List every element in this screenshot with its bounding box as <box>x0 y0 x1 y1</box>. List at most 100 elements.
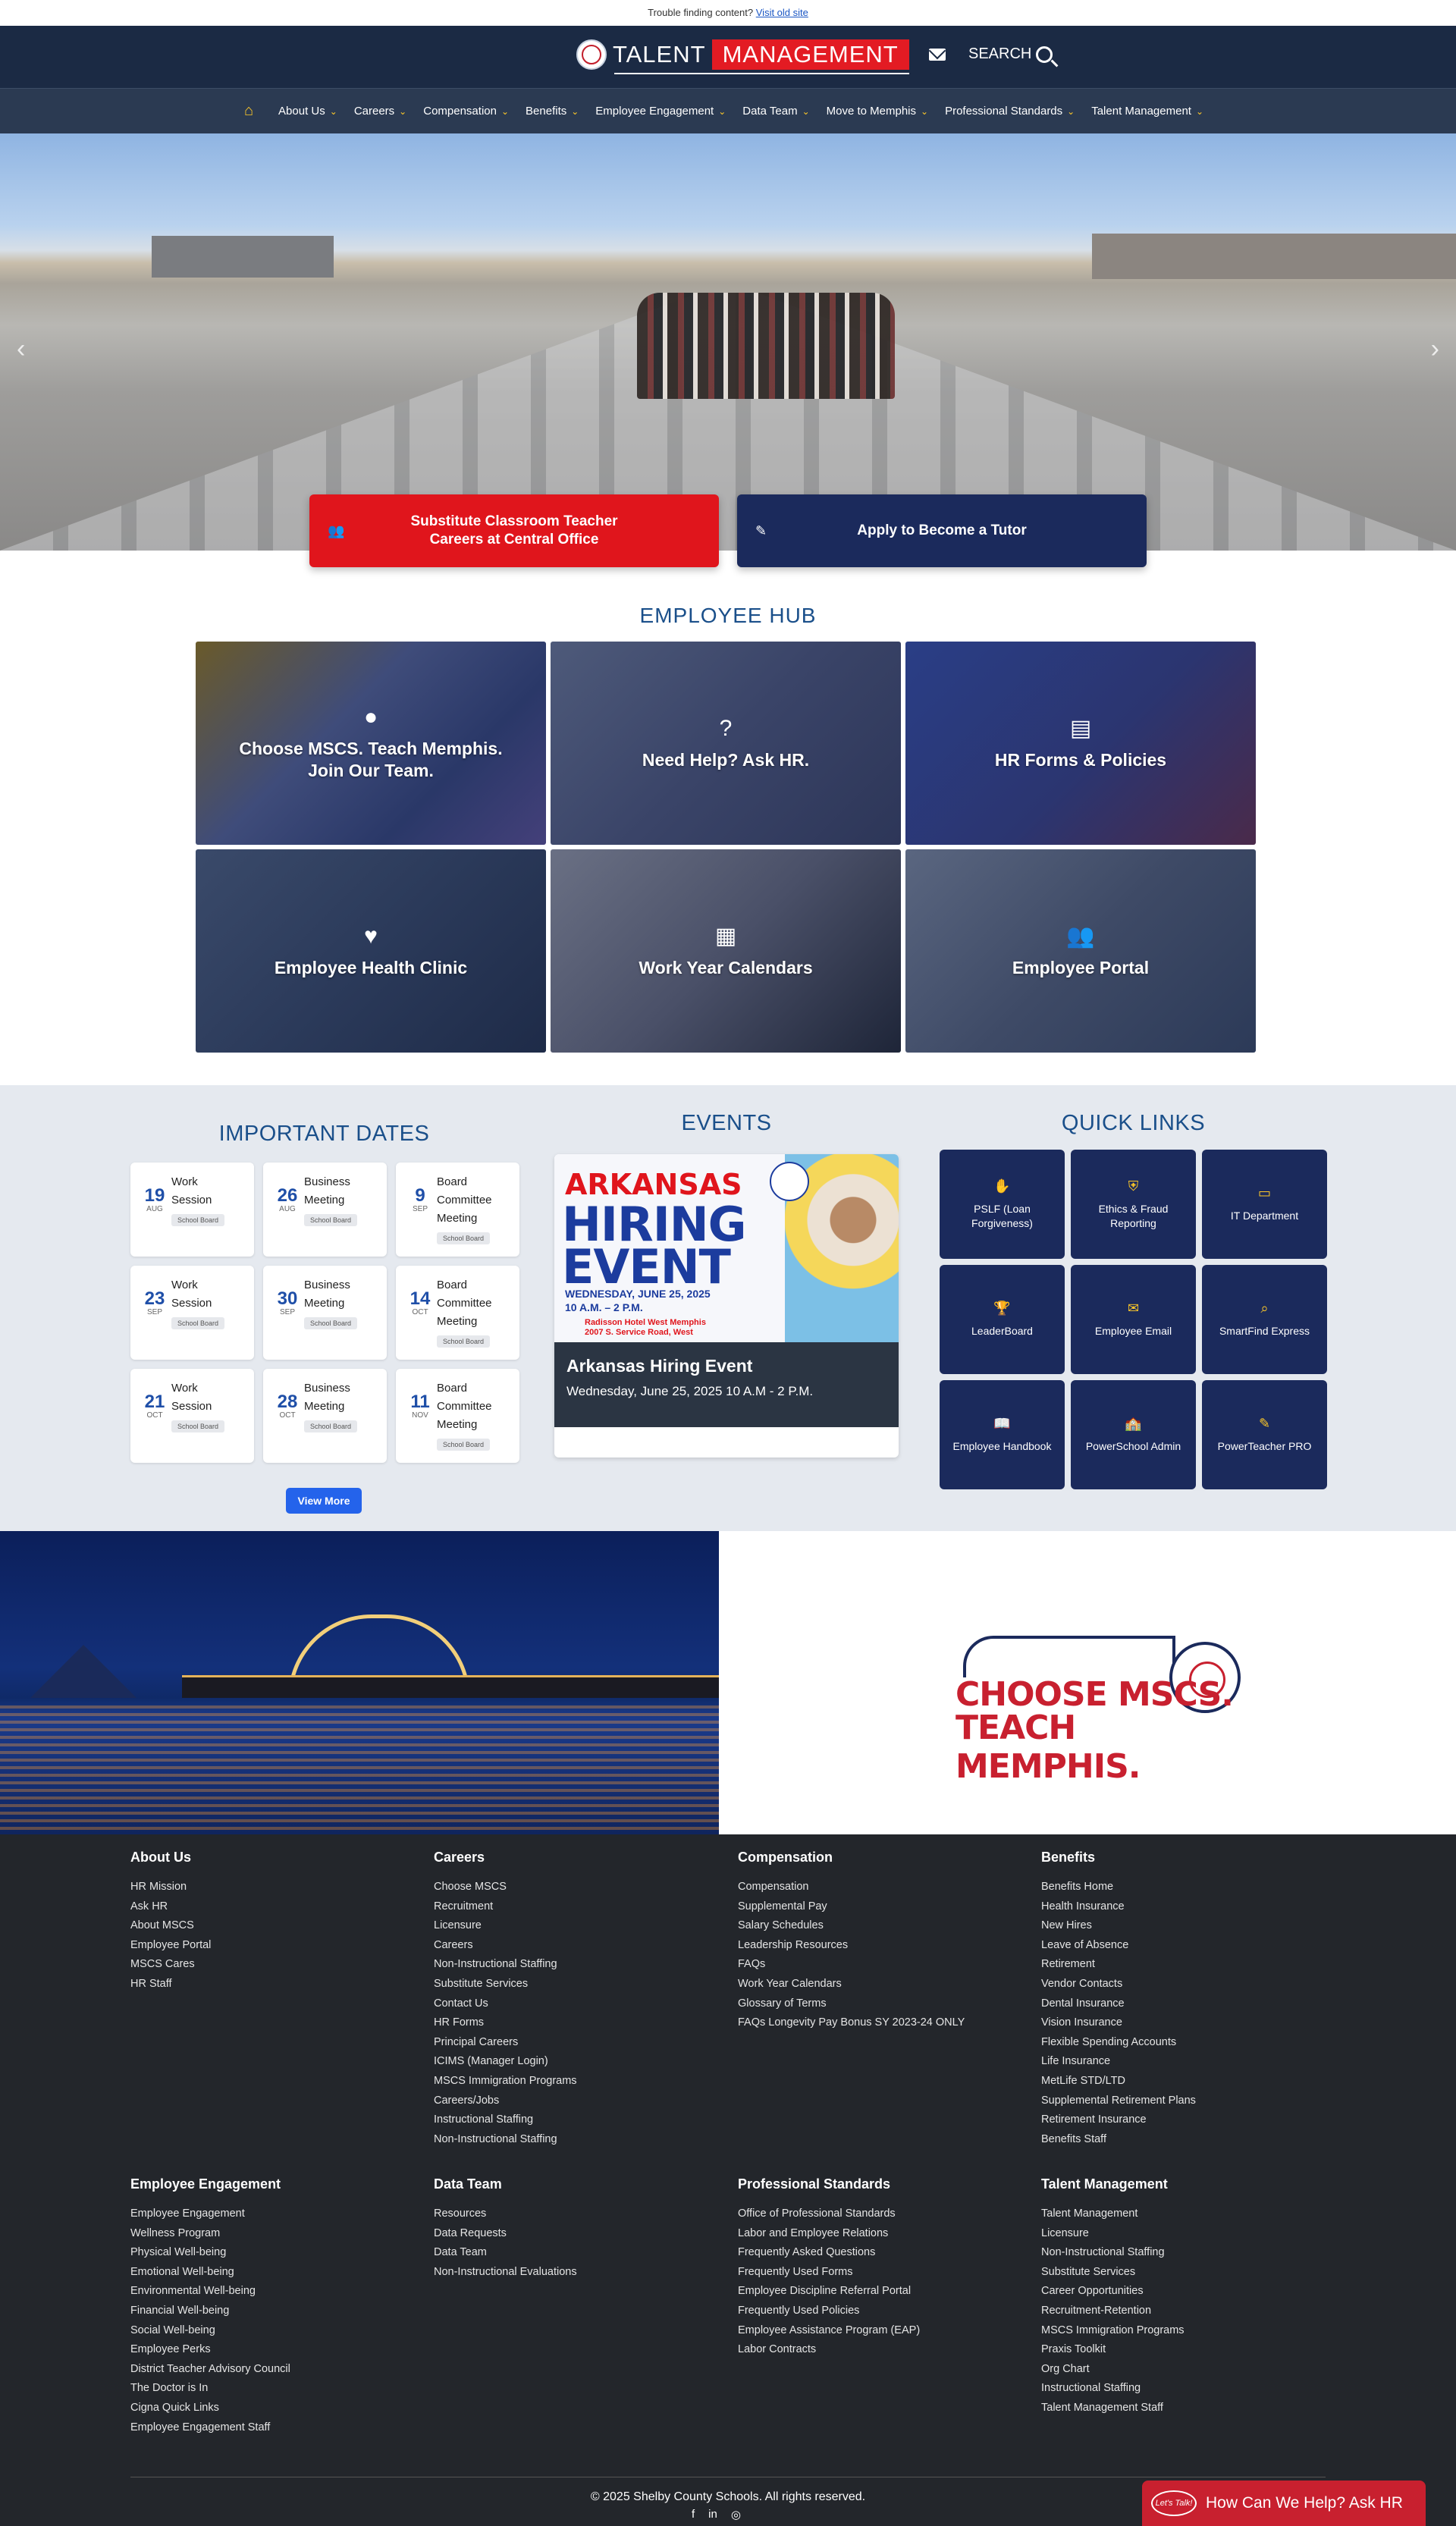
nav-careers[interactable]: Careers ⌄ <box>354 105 406 118</box>
quick-link-employee-email[interactable]: ✉ Employee Email <box>1071 1265 1196 1374</box>
date-card[interactable]: 9 SEP Board Committee Meeting School Board <box>396 1163 519 1257</box>
footer-link[interactable]: Benefits Home <box>1041 1878 1329 1897</box>
date-card[interactable]: 26 AUG Business Meeting School Board <box>263 1163 387 1257</box>
instagram-icon[interactable]: ◎ <box>731 2508 741 2521</box>
footer-link[interactable]: Employee Engagement <box>130 2204 419 2224</box>
footer-link[interactable]: Health Insurance <box>1041 1897 1329 1917</box>
date-card[interactable]: 30 SEP Business Meeting School Board <box>263 1266 387 1360</box>
footer-link[interactable]: Non-Instructional Staffing <box>1041 2243 1329 2263</box>
footer-link[interactable]: MSCS Immigration Programs <box>434 2072 722 2091</box>
footer-link[interactable]: Employee Assistance Program (EAP) <box>738 2321 1026 2341</box>
search-button[interactable]: SEARCH <box>968 45 1053 63</box>
footer-link[interactable]: Contact Us <box>434 1994 722 2014</box>
footer-link[interactable]: Employee Discipline Referral Portal <box>738 2282 1026 2302</box>
footer-link[interactable]: Financial Well-being <box>130 2302 419 2321</box>
footer-link[interactable]: Vendor Contacts <box>1041 1975 1329 1994</box>
footer-link[interactable]: District Teacher Advisory Council <box>130 2360 419 2380</box>
footer-link[interactable]: Praxis Toolkit <box>1041 2340 1329 2360</box>
footer-link[interactable]: Office of Professional Standards <box>738 2204 1026 2224</box>
facebook-icon[interactable]: f <box>692 2508 695 2521</box>
footer-link[interactable]: MSCS Cares <box>130 1955 419 1975</box>
footer-link[interactable]: Life Insurance <box>1041 2052 1329 2072</box>
visit-old-site-link[interactable]: Visit old site <box>756 7 808 18</box>
footer-link[interactable]: Org Chart <box>1041 2360 1329 2380</box>
footer-link[interactable]: Labor and Employee Relations <box>738 2224 1026 2244</box>
footer-link[interactable]: Career Opportunities <box>1041 2282 1329 2302</box>
footer-link[interactable]: Instructional Staffing <box>434 2110 722 2130</box>
nav-data-team[interactable]: Data Team ⌄ <box>742 105 809 118</box>
home-icon[interactable]: ⌂ <box>244 102 253 120</box>
nav-employee-engagement[interactable]: Employee Engagement ⌄ <box>595 105 726 118</box>
footer-link[interactable]: Data Requests <box>434 2224 722 2244</box>
footer-link[interactable]: Instructional Staffing <box>1041 2379 1329 2399</box>
footer-link[interactable]: Leave of Absence <box>1041 1936 1329 1956</box>
footer-link[interactable]: Talent Management <box>1041 2204 1329 2224</box>
footer-link[interactable]: Licensure <box>1041 2224 1329 2244</box>
footer-link[interactable]: New Hires <box>1041 1916 1329 1936</box>
view-more-button[interactable]: View More <box>286 1488 362 1514</box>
footer-link[interactable]: Physical Well-being <box>130 2243 419 2263</box>
footer-link[interactable]: Non-Instructional Evaluations <box>434 2263 722 2283</box>
site-logo[interactable]: TALENT MANAGEMENT <box>576 39 909 74</box>
footer-link[interactable]: Wellness Program <box>130 2224 419 2244</box>
hub-tile-employee-portal[interactable]: 👥 Employee Portal <box>905 849 1256 1053</box>
footer-link[interactable]: FAQs <box>738 1955 1026 1975</box>
quick-link-powerschool-admin[interactable]: 🏫 PowerSchool Admin <box>1071 1380 1196 1489</box>
linkedin-icon[interactable]: in <box>708 2508 717 2521</box>
nav-move-to-memphis[interactable]: Move to Memphis ⌄ <box>827 105 928 118</box>
footer-link[interactable]: About MSCS <box>130 1916 419 1936</box>
footer-link[interactable]: Vision Insurance <box>1041 2013 1329 2033</box>
footer-link[interactable]: Emotional Well-being <box>130 2263 419 2283</box>
footer-link[interactable]: Substitute Services <box>434 1975 722 1994</box>
footer-link[interactable]: Data Team <box>434 2243 722 2263</box>
footer-link[interactable]: Frequently Used Forms <box>738 2263 1026 2283</box>
footer-link[interactable]: Frequently Used Policies <box>738 2302 1026 2321</box>
footer-link[interactable]: HR Staff <box>130 1975 419 1994</box>
footer-link[interactable]: ICIMS (Manager Login) <box>434 2052 722 2072</box>
footer-link[interactable]: Compensation <box>738 1878 1026 1897</box>
footer-link[interactable]: Frequently Asked Questions <box>738 2243 1026 2263</box>
quick-link-pslf-loan-forgiveness[interactable]: ✋ PSLF (Loan Forgiveness) <box>940 1150 1065 1259</box>
nav-compensation[interactable]: Compensation ⌄ <box>423 105 509 118</box>
hub-tile-health-clinic[interactable]: ♥ Employee Health Clinic <box>196 849 546 1053</box>
quick-link-leaderboard[interactable]: 🏆 LeaderBoard <box>940 1265 1065 1374</box>
footer-link[interactable]: Talent Management Staff <box>1041 2399 1329 2418</box>
footer-link[interactable]: Dental Insurance <box>1041 1994 1329 2014</box>
footer-link[interactable]: Retirement <box>1041 1955 1329 1975</box>
nav-about-us[interactable]: About Us ⌄ <box>278 105 337 118</box>
date-card[interactable]: 21 OCT Work Session School Board <box>130 1369 254 1463</box>
footer-link[interactable]: Employee Perks <box>130 2340 419 2360</box>
footer-link[interactable]: The Doctor is In <box>130 2379 419 2399</box>
hub-tile-hr-forms[interactable]: ▤ HR Forms & Policies <box>905 642 1256 845</box>
hub-tile-choose-mscs[interactable]: ● Choose MSCS. Teach Memphis. Join Our Te… <box>196 642 546 845</box>
footer-link[interactable]: Social Well-being <box>130 2321 419 2341</box>
footer-link[interactable]: Supplemental Retirement Plans <box>1041 2091 1329 2111</box>
footer-link[interactable]: Labor Contracts <box>738 2340 1026 2360</box>
carousel-next-icon[interactable]: › <box>1431 334 1439 364</box>
footer-link[interactable]: Substitute Services <box>1041 2263 1329 2283</box>
ask-hr-chat-button[interactable]: Let's Talk! How Can We Help? Ask HR <box>1142 2481 1426 2526</box>
footer-link[interactable]: MetLife STD/LTD <box>1041 2072 1329 2091</box>
quick-link-it-department[interactable]: ▭ IT Department <box>1202 1150 1327 1259</box>
carousel-prev-icon[interactable]: ‹ <box>17 334 25 364</box>
footer-link[interactable]: Salary Schedules <box>738 1916 1026 1936</box>
date-card[interactable]: 23 SEP Work Session School Board <box>130 1266 254 1360</box>
hub-tile-work-calendars[interactable]: ▦ Work Year Calendars <box>551 849 901 1053</box>
apply-tutor-button[interactable]: ✎ Apply to Become a Tutor <box>737 494 1147 567</box>
quick-link-powerteacher-pro[interactable]: ✎ PowerTeacher PRO <box>1202 1380 1327 1489</box>
hub-tile-ask-hr[interactable]: ? Need Help? Ask HR. <box>551 642 901 845</box>
footer-link[interactable]: Resources <box>434 2204 722 2224</box>
event-card[interactable]: ARKANSAS HIRING EVENT WEDNESDAY, JUNE 25… <box>554 1154 899 1458</box>
substitute-careers-button[interactable]: 👥 Substitute Classroom Teacher Careers at… <box>309 494 719 567</box>
quick-link-employee-handbook[interactable]: 📖 Employee Handbook <box>940 1380 1065 1489</box>
footer-link[interactable]: Leadership Resources <box>738 1936 1026 1956</box>
footer-link[interactable]: Principal Careers <box>434 2033 722 2053</box>
footer-link[interactable]: HR Mission <box>130 1878 419 1897</box>
footer-link[interactable]: Licensure <box>434 1916 722 1936</box>
footer-link[interactable]: Recruitment <box>434 1897 722 1917</box>
date-card[interactable]: 11 NOV Board Committee Meeting School Board <box>396 1369 519 1463</box>
footer-link[interactable]: Cigna Quick Links <box>130 2399 419 2418</box>
nav-professional-standards[interactable]: Professional Standards ⌄ <box>945 105 1075 118</box>
footer-link[interactable]: Ask HR <box>130 1897 419 1917</box>
nav-benefits[interactable]: Benefits ⌄ <box>526 105 579 118</box>
